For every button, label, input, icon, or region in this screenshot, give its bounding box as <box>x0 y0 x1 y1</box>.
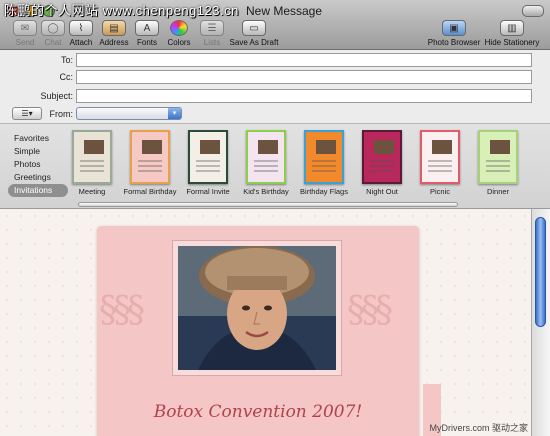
template-text-line <box>196 165 220 167</box>
template-photo <box>84 140 104 154</box>
stationery-template[interactable]: Dinner <box>478 130 518 196</box>
stationery-browser: Favorites Simple Photos Greetings Invita… <box>0 124 550 209</box>
stationery-template[interactable]: Formal Birthday <box>124 130 176 196</box>
template-thumbnail <box>130 130 170 184</box>
lists-button[interactable]: ☰ Lists <box>193 20 231 47</box>
cc-field[interactable] <box>76 70 532 84</box>
template-text-line <box>428 165 452 167</box>
swirl-decoration-right: §§§ <box>347 290 393 331</box>
list-icon: ☰ <box>200 20 224 36</box>
template-thumbnail <box>420 130 460 184</box>
stationery-template[interactable]: Formal Invite <box>186 130 230 196</box>
stationery-template[interactable]: Night Out <box>362 130 402 196</box>
portrait-image <box>178 246 336 370</box>
template-text-line <box>138 160 162 162</box>
template-label: Dinner <box>486 187 510 196</box>
template-text-line <box>80 160 104 162</box>
subject-label: Subject: <box>40 91 73 101</box>
template-text-line <box>254 170 278 172</box>
template-thumbnail <box>304 130 344 184</box>
template-photo <box>374 140 394 154</box>
stationery-template[interactable]: Picnic <box>420 130 460 196</box>
template-photo <box>316 140 336 154</box>
toolbar-toggle-button[interactable] <box>522 5 544 17</box>
save-draft-icon: ▭ <box>242 20 266 36</box>
template-text-line <box>486 165 510 167</box>
credit-text: MyDrivers.com 驱动之家 <box>429 423 529 433</box>
watermark-text: 陈鹏的个人网站 www.chenpeng123.cn <box>4 3 239 18</box>
template-photo <box>142 140 162 154</box>
template-thumbnail <box>72 130 112 184</box>
save-as-draft-button[interactable]: ▭ Save As Draft <box>229 20 279 47</box>
template-photo <box>490 140 510 154</box>
from-select[interactable]: ▾ <box>76 107 182 120</box>
template-text-line <box>138 170 162 172</box>
template-text-line <box>254 165 278 167</box>
template-thumbnail <box>246 130 286 184</box>
invitation-headline: Botox Convention 2007! <box>153 402 363 422</box>
hide-stationery-button[interactable]: ▥ Hide Stationery <box>484 20 540 47</box>
template-text-line <box>428 160 452 162</box>
template-text-line <box>196 160 220 162</box>
template-text-line <box>80 165 104 167</box>
template-text-line <box>312 165 336 167</box>
portrait-photo[interactable] <box>178 246 336 370</box>
photo-frame <box>172 240 342 376</box>
window-title: New Message <box>246 4 323 18</box>
stationery-template[interactable]: Meeting <box>72 130 112 196</box>
stationery-template[interactable]: Birthday Flags <box>300 130 348 196</box>
template-text-line <box>312 170 336 172</box>
category-favorites[interactable]: Favorites <box>8 132 68 145</box>
template-text-line <box>486 160 510 162</box>
fonts-icon: A <box>135 20 159 36</box>
template-photo <box>258 140 278 154</box>
address-book-icon: ▤ <box>102 20 126 36</box>
message-body[interactable]: §§§ §§§ Botox Convention 2007! <box>0 209 531 436</box>
subject-field[interactable] <box>76 89 532 103</box>
stationery-icon: ▥ <box>500 20 524 36</box>
category-photos[interactable]: Photos <box>8 158 68 171</box>
chevron-down-icon: ▾ <box>168 108 181 119</box>
subject-row: Subject: <box>0 89 550 105</box>
colors-icon <box>170 20 188 36</box>
template-text-line <box>370 170 394 172</box>
category-simple[interactable]: Simple <box>8 145 68 158</box>
cc-label: Cc: <box>59 72 74 82</box>
paperclip-icon: ⌇ <box>69 20 93 36</box>
template-text-line <box>196 170 220 172</box>
invitation-card: §§§ §§§ Botox Convention 2007! <box>97 226 419 436</box>
template-text-line <box>428 170 452 172</box>
template-text-line <box>254 160 278 162</box>
template-text-line <box>370 160 394 162</box>
stationery-template[interactable]: Kid's Birthday <box>243 130 289 196</box>
template-text-line <box>138 165 162 167</box>
from-label: From: <box>49 109 74 119</box>
scrollbar-thumb[interactable] <box>535 217 546 327</box>
category-greetings[interactable]: Greetings <box>8 171 68 184</box>
template-thumbnail <box>362 130 402 184</box>
mail-window: New Message 陈鹏的个人网站 www.chenpeng123.cn ✉… <box>0 0 550 436</box>
template-text-line <box>312 160 336 162</box>
to-row: To: <box>0 53 550 69</box>
photo-browser-button[interactable]: ▣ Photo Browser <box>428 20 480 47</box>
to-label: To: <box>60 55 73 65</box>
cc-row: Cc: <box>0 70 550 86</box>
template-photo <box>432 140 452 154</box>
photo-browser-icon: ▣ <box>442 20 466 36</box>
title-toolbar: New Message 陈鹏的个人网站 www.chenpeng123.cn ✉… <box>0 0 550 50</box>
message-headers: To: Cc: Subject: ☰▾ From: ▾ <box>0 50 550 124</box>
template-text-line <box>486 170 510 172</box>
template-text-line <box>370 165 394 167</box>
from-row: ☰▾ From: ▾ <box>0 107 550 123</box>
template-thumbnail <box>478 130 518 184</box>
swirl-decoration-left: §§§ <box>99 290 145 331</box>
template-thumbnail <box>188 130 228 184</box>
template-photo <box>200 140 220 154</box>
message-scrollbar[interactable] <box>531 209 550 436</box>
to-field[interactable] <box>76 53 532 67</box>
stationery-scrollbar[interactable] <box>78 202 458 207</box>
template-text-line <box>80 170 104 172</box>
